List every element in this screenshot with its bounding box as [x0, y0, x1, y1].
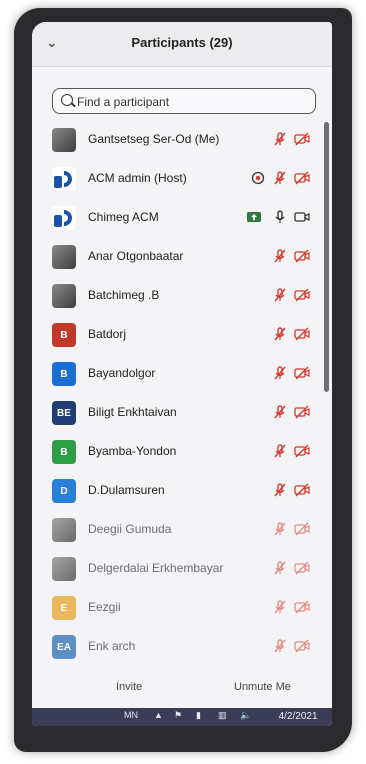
muted-mic-icon[interactable] — [272, 443, 288, 459]
invite-button[interactable]: Invite — [110, 680, 148, 694]
participant-row[interactable]: B Byamba-Yondon — [32, 434, 322, 468]
chevron-up-icon[interactable]: ▲ — [154, 710, 163, 720]
avatar-photo — [52, 518, 76, 542]
avatar-photo — [52, 128, 76, 152]
participant-row[interactable]: Batchimeg .B — [32, 278, 322, 312]
network-signal-icon[interactable]: ▥ — [218, 710, 227, 721]
participant-row[interactable]: B Batdorj — [32, 317, 322, 351]
participant-row[interactable]: BE Biligt Enkhtaivan — [32, 395, 322, 429]
muted-mic-icon[interactable] — [272, 404, 288, 420]
participant-name: Chimeg ACM — [88, 210, 159, 224]
participant-row[interactable]: ACM admin (Host) — [32, 161, 322, 195]
participant-row[interactable]: EA Enk arch — [32, 629, 322, 663]
participant-name: Bayandolgor — [88, 366, 156, 380]
participant-name: Biligt Enkhtaivan — [88, 405, 177, 419]
participant-row[interactable]: D D.Dulamsuren — [32, 473, 322, 507]
clock-date: 4/2/2021 — [278, 711, 318, 722]
video-off-icon[interactable] — [294, 170, 310, 186]
video-off-icon[interactable] — [294, 287, 310, 303]
avatar-initials: EA — [52, 635, 76, 659]
muted-mic-icon[interactable] — [272, 248, 288, 264]
search-icon — [61, 94, 73, 106]
muted-mic-icon[interactable] — [272, 170, 288, 186]
avatar-initials: D — [52, 479, 76, 503]
acm-logo-avatar — [52, 206, 76, 230]
search-box[interactable] — [52, 88, 316, 114]
share-screen-icon — [246, 209, 262, 225]
language-indicator[interactable]: MN — [124, 710, 138, 720]
monitor-bezel: ⌄ Participants (29) Gantsetseg Ser-Od (M… — [14, 8, 352, 752]
clock-time: 11:48 AM — [276, 697, 318, 708]
video-off-icon[interactable] — [294, 599, 310, 615]
participant-row[interactable]: E Eezgii — [32, 590, 322, 624]
volume-icon[interactable]: 🔈 — [240, 710, 251, 721]
video-off-icon[interactable] — [294, 404, 310, 420]
participant-name: Byamba-Yondon — [88, 444, 177, 458]
participants-panel: ⌄ Participants (29) Gantsetseg Ser-Od (M… — [32, 22, 332, 726]
muted-mic-icon[interactable] — [272, 638, 288, 654]
participant-name: Eezgii — [88, 600, 121, 614]
muted-mic-icon[interactable] — [272, 521, 288, 537]
participant-row[interactable]: Gantsetseg Ser-Od (Me) — [32, 122, 322, 156]
avatar-initials: BE — [52, 401, 76, 425]
participant-name: Gantsetseg Ser-Od (Me) — [88, 132, 220, 146]
avatar-photo — [52, 245, 76, 269]
participant-row[interactable]: Chimeg ACM — [32, 200, 322, 234]
participant-name: ACM admin (Host) — [88, 171, 187, 185]
participant-name: Delgerdalai Erkhembayar — [88, 561, 224, 575]
participant-name: D.Dulamsuren — [88, 483, 165, 497]
participant-name: Enk arch — [88, 639, 136, 653]
panel-header: ⌄ Participants (29) — [32, 22, 332, 67]
participant-name: Anar Otgonbaatar — [88, 249, 184, 263]
clock[interactable]: 11:48 AM 4/2/2021 — [276, 696, 318, 724]
unmute-me-button[interactable]: Unmute Me — [228, 680, 297, 694]
avatar-initials: B — [52, 440, 76, 464]
video-off-icon[interactable] — [294, 482, 310, 498]
video-off-icon[interactable] — [294, 560, 310, 576]
video-off-icon[interactable] — [294, 521, 310, 537]
avatar-initials: E — [52, 596, 76, 620]
participant-row[interactable]: Deegii Gumuda — [32, 512, 322, 546]
participant-row[interactable]: Delgerdalai Erkhembayar — [32, 551, 322, 585]
muted-mic-icon[interactable] — [272, 599, 288, 615]
participant-row[interactable]: B Bayandolgor — [32, 356, 322, 390]
flag-icon[interactable]: ⚑ — [174, 710, 182, 721]
muted-mic-icon[interactable] — [272, 131, 288, 147]
battery-icon[interactable]: ▮ — [196, 710, 201, 721]
participant-name: Batchimeg .B — [88, 288, 160, 302]
muted-mic-icon[interactable] — [272, 365, 288, 381]
mic-icon[interactable] — [272, 209, 288, 225]
muted-mic-icon[interactable] — [272, 326, 288, 342]
avatar-initials: B — [52, 323, 76, 347]
acm-logo-avatar — [52, 167, 76, 191]
avatar-photo — [52, 557, 76, 581]
muted-mic-icon[interactable] — [272, 482, 288, 498]
participant-name: Deegii Gumuda — [88, 522, 172, 536]
video-off-icon[interactable] — [294, 638, 310, 654]
windows-taskbar: MN ▲ ⚑ ▮ ▥ 🔈 11:48 AM 4/2/2021 — [32, 697, 332, 726]
panel-title: Participants (29) — [131, 35, 233, 50]
video-off-icon[interactable] — [294, 248, 310, 264]
record-icon — [250, 170, 266, 186]
video-off-icon[interactable] — [294, 326, 310, 342]
muted-mic-icon[interactable] — [272, 287, 288, 303]
scrollbar[interactable] — [324, 122, 329, 392]
participant-row[interactable]: Anar Otgonbaatar — [32, 239, 322, 273]
avatar-photo — [52, 284, 76, 308]
video-icon[interactable] — [294, 209, 310, 225]
search-input[interactable] — [75, 92, 309, 112]
participant-name: Batdorj — [88, 327, 127, 341]
video-off-icon[interactable] — [294, 365, 310, 381]
video-off-icon[interactable] — [294, 443, 310, 459]
muted-mic-icon[interactable] — [272, 560, 288, 576]
video-off-icon[interactable] — [294, 131, 310, 147]
avatar-initials: B — [52, 362, 76, 386]
